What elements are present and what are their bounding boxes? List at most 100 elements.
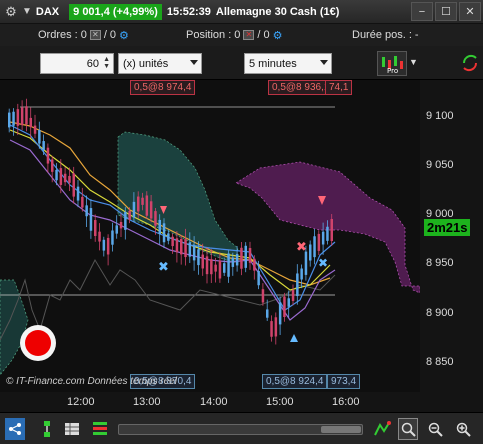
candle-body [124,211,127,230]
candle-body [29,117,32,128]
candle-body [270,321,273,337]
ichimoku-cloud-bullish-left [0,279,29,376]
buy-arrow-marker [290,334,298,342]
time-axis[interactable]: 12:00 13:00 14:00 15:00 16:00 [0,392,483,412]
candle-body [296,273,299,297]
candle-body [192,245,196,261]
price-axis[interactable]: 9 100 9 050 9 000 8 950 8 900 8 850 [420,80,483,392]
candle-body [197,249,200,266]
candle-body [85,205,88,217]
candle-body [304,251,308,275]
y-tick-label: 8 900 [426,307,454,319]
x-tick-label: 16:00 [332,396,360,408]
candle-body [231,257,235,267]
exit-cross-marker: ✖ [318,256,328,270]
orders-pending: 0 [109,29,117,41]
share-chart-icon[interactable] [458,51,482,75]
candle-body [63,173,67,183]
candle-body [72,173,75,197]
position-separator: / [257,29,261,41]
candle-body [16,109,20,126]
candle-body [300,268,303,280]
candle-body [330,219,333,241]
drawing-tools-icon[interactable] [372,418,392,440]
orders-label: Ordres : [38,29,78,41]
svg-text:Pro: Pro [387,67,398,75]
candle-body [223,263,226,273]
candle-body [119,221,123,229]
zoom-in-icon[interactable] [453,418,473,440]
candle-body [240,247,243,269]
candle-body [210,259,213,275]
timeframe-dropdown[interactable]: 5 minutes [244,53,332,74]
candle-body [214,264,217,272]
units-type: (x) unités [123,57,169,70]
candle-body [287,298,290,307]
instrument-name: Allemagne 30 Cash (1€) [215,5,340,18]
candle-body [283,296,286,318]
zoom-fit-icon[interactable] [398,418,418,440]
chevron-down-icon[interactable]: ▼ [409,57,421,71]
chart-style-icon[interactable]: Pro [377,51,407,76]
candle-body [55,169,58,181]
candle-body [291,290,295,301]
candle-body [149,201,153,219]
candle-body [102,239,106,251]
candle-body [145,195,149,216]
controls-bar: 60 ▲ ▼ (x) unités 5 minutes Pro ▼ [0,46,483,80]
scrollbar-thumb[interactable] [321,426,361,433]
candle-body [175,238,179,253]
candle-body [309,244,312,261]
y-tick-label: 8 950 [426,257,454,269]
candle-body [180,238,183,255]
candle-body [128,210,131,220]
candle-body [188,242,192,257]
duration-value: - [414,29,419,41]
candle-body [162,223,166,243]
units-dropdown[interactable]: (x) unités [118,53,202,74]
chevron-down-icon [190,60,198,65]
record-button[interactable] [20,325,56,361]
orders-settings-icon[interactable]: ⚙ [119,29,129,42]
zoom-out-icon[interactable] [425,418,445,440]
gear-icon[interactable]: ⚙ [0,1,22,23]
horizontal-scrollbar[interactable] [118,424,363,435]
order-tag[interactable]: 0,5@8 974,4 [130,80,196,95]
order-tag[interactable]: 973,4 [327,374,361,389]
stepper-arrows-icon[interactable]: ▲ ▼ [103,56,110,70]
position-pending: 0 [263,29,270,41]
order-tag[interactable]: 74,1 [325,80,353,95]
candle-body [46,147,50,164]
chevron-down-icon[interactable]: ▼ [22,6,32,17]
indicator-icon[interactable] [90,418,110,440]
share-icon[interactable] [5,418,25,440]
link-icon[interactable] [37,418,57,440]
candle-body [244,245,247,268]
price-chart[interactable]: ✖ ✖ ✖ 0,5@8 974,4 0,5@8 936,1 74,1 0,5@8… [0,80,420,392]
close-position-icon[interactable]: ✕ [243,30,255,40]
candle-body [184,239,187,258]
duration-label: Durée pos. : [352,29,412,41]
candle-body [278,302,282,325]
maximize-button[interactable]: ☐ [435,2,457,21]
candle-body [326,226,329,241]
quantity-value: 60 [86,57,99,70]
candle-body [137,196,140,212]
candle-body [12,111,15,126]
order-tag[interactable]: 0,5@8 936,1 [268,80,334,95]
copyright-notice: © IT-Finance.com Données temps réel [6,376,177,387]
countdown-timer: 2m21s [424,219,471,236]
close-button[interactable]: ✕ [459,2,481,21]
quantity-input[interactable]: 60 ▲ ▼ [40,53,114,74]
order-tag[interactable]: 0,5@8 924,4 [262,374,328,389]
candle-body [94,220,97,236]
table-icon[interactable] [62,418,82,440]
minimize-button[interactable]: − [411,2,433,21]
candle-body [253,258,256,271]
candle-body [89,208,93,231]
position-settings-icon[interactable]: ⚙ [273,29,283,42]
candle-body [257,271,260,286]
y-tick-label: 8 850 [426,356,454,368]
cancel-orders-icon[interactable]: ✕ [89,30,101,40]
candle-body [42,141,45,151]
